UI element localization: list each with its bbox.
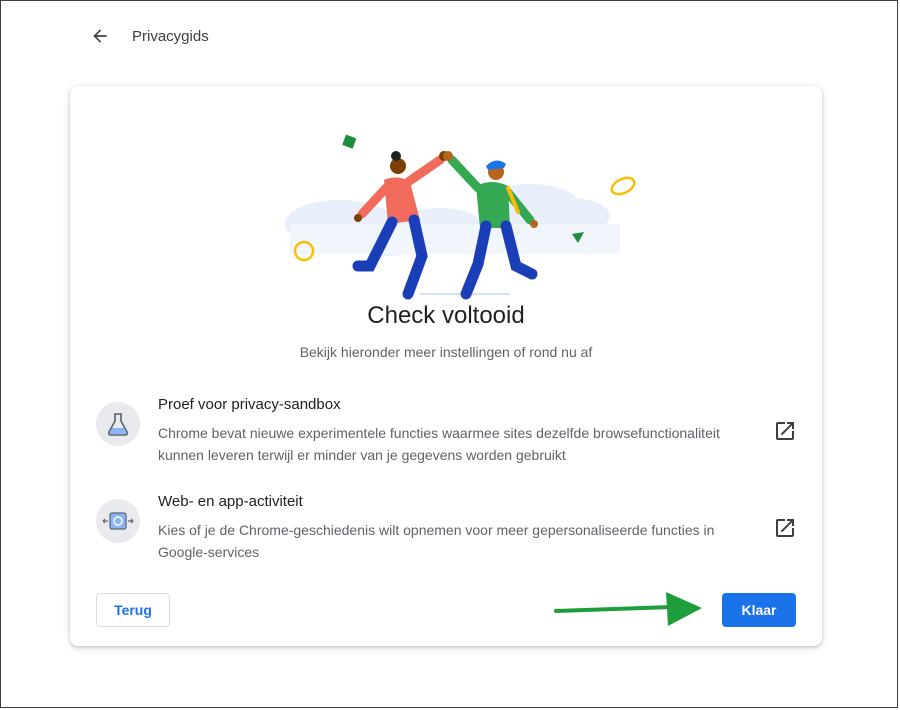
arrow-left-icon: [93, 29, 107, 43]
back-button[interactable]: Terug: [96, 593, 170, 627]
page-title: Privacygids: [132, 27, 209, 45]
item-description: Kies of je de Chrome-geschiedenis wilt o…: [158, 522, 715, 560]
item-title: Web- en app-activiteit: [158, 493, 303, 510]
open-in-new-icon: [776, 422, 794, 440]
open-in-new-button[interactable]: [772, 418, 798, 444]
open-in-new-button[interactable]: [772, 515, 798, 541]
item-title: Proef voor privacy-sandbox: [158, 396, 341, 413]
done-button[interactable]: Klaar: [722, 593, 796, 627]
green-arrow-annotation: [554, 592, 702, 626]
high-five-illustration: [285, 134, 636, 300]
item-description: Chrome bevat nieuwe experimentele functi…: [158, 425, 720, 463]
back-arrow-button[interactable]: [88, 24, 112, 48]
open-in-new-icon: [776, 519, 794, 537]
privacy-guide-card: Check voltooid Bekijk hieronder meer ins…: [70, 86, 822, 646]
flask-icon: [96, 402, 140, 446]
header: Privacygids: [88, 24, 209, 48]
sync-browser-icon: [96, 499, 140, 543]
completion-subtitle: Bekijk hieronder meer instellingen of ro…: [299, 344, 593, 360]
completion-heading: Check voltooid: [367, 302, 525, 329]
